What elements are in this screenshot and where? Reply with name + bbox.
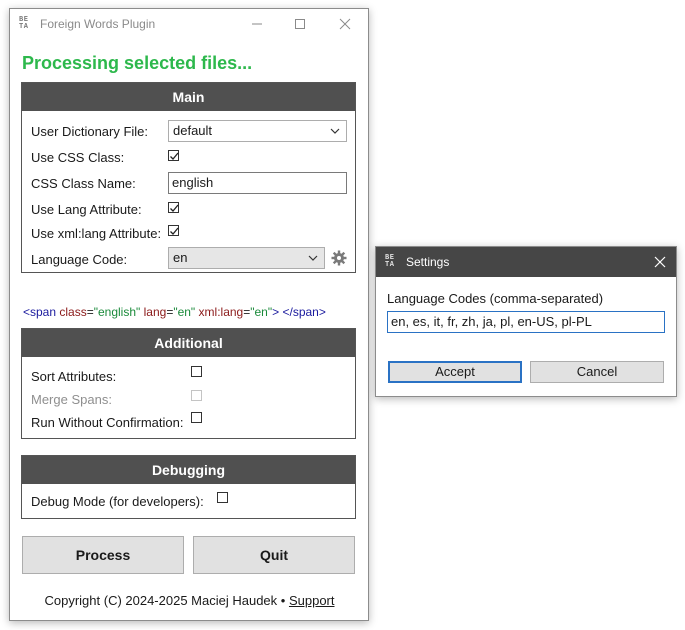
additional-section: Additional Sort Attributes: Merge Spans:… [21, 328, 356, 439]
debug-mode-checkbox[interactable] [217, 492, 228, 503]
gear-icon[interactable] [331, 250, 347, 266]
cancel-button[interactable]: Cancel [530, 361, 664, 383]
use-lang-label: Use Lang Attribute: [31, 202, 142, 217]
css-class-name-value: english [172, 175, 214, 190]
chevron-down-icon [330, 128, 340, 134]
checkmark-icon [170, 204, 179, 212]
window-title: Foreign Words Plugin [40, 17, 156, 31]
span-preview: <span class="english" lang="en" xml:lang… [23, 305, 326, 319]
chevron-down-icon [308, 255, 318, 261]
language-codes-input[interactable]: en, es, it, fr, zh, ja, pl, en-US, pl-PL [387, 311, 665, 333]
preview-close-open: > [272, 305, 280, 319]
close-icon[interactable] [650, 252, 670, 272]
preview-xml-lang-attr: xml:lang [198, 305, 244, 319]
use-lang-checkbox[interactable] [168, 202, 179, 213]
close-icon[interactable] [335, 14, 355, 34]
sort-attributes-checkbox[interactable] [191, 366, 202, 377]
settings-title: Settings [406, 255, 450, 269]
css-class-name-input[interactable]: english [168, 172, 347, 194]
preview-class-value: "english" [93, 305, 141, 319]
language-codes-value: en, es, it, fr, zh, ja, pl, en-US, pl-PL [391, 314, 592, 329]
settings-dialog: BE TA Settings Language Codes (comma-sepa… [375, 246, 677, 397]
copyright-text: Copyright (C) 2024-2025 Maciej Haudek • [44, 593, 286, 608]
additional-section-header: Additional [22, 329, 355, 357]
css-class-name-label: CSS Class Name: [31, 176, 136, 191]
user-dictionary-select[interactable]: default [168, 120, 347, 142]
quit-button[interactable]: Quit [193, 536, 355, 574]
preview-xml-lang-value: "en" [250, 305, 273, 319]
status-text: Processing selected files... [22, 53, 253, 73]
main-section: Main User Dictionary File: default Use C… [21, 82, 356, 273]
language-code-value: en [173, 250, 188, 265]
main-section-header: Main [22, 83, 355, 111]
checkmark-icon [170, 152, 179, 160]
sort-attributes-label: Sort Attributes: [31, 369, 117, 384]
run-without-confirmation-label: Run Without Confirmation: [31, 415, 184, 430]
minimize-icon[interactable] [247, 14, 267, 34]
merge-spans-label: Merge Spans: [31, 392, 112, 407]
beta-badge-icon: BE TA [385, 254, 395, 269]
user-dictionary-value: default [173, 123, 213, 138]
preview-close-tag: </span> [282, 305, 326, 319]
use-xml-lang-checkbox[interactable] [168, 225, 179, 236]
preview-lang-attr: lang [143, 305, 167, 319]
debugging-section: Debugging Debug Mode (for developers): [21, 455, 356, 519]
accept-button[interactable]: Accept [388, 361, 522, 383]
support-link[interactable]: Support [289, 593, 335, 608]
language-codes-label: Language Codes (comma-separated) [387, 291, 604, 306]
settings-titlebar[interactable]: BE TA Settings [376, 247, 676, 277]
language-code-select[interactable]: en [168, 247, 325, 269]
checkmark-icon [170, 227, 179, 235]
maximize-icon[interactable] [290, 14, 310, 34]
main-titlebar[interactable]: BE TA Foreign Words Plugin [10, 9, 368, 39]
user-dictionary-label: User Dictionary File: [31, 124, 149, 139]
preview-open-tag: <span [23, 305, 57, 319]
debugging-section-header: Debugging [22, 456, 355, 484]
use-css-class-checkbox[interactable] [168, 150, 179, 161]
debug-mode-label: Debug Mode (for developers): [31, 494, 204, 509]
beta-badge-icon: BE TA [19, 16, 29, 31]
merge-spans-checkbox [191, 390, 202, 401]
footer: Copyright (C) 2024-2025 Maciej Haudek • … [10, 593, 369, 608]
run-without-confirmation-checkbox[interactable] [191, 412, 202, 423]
main-window: BE TA Foreign Words Plugin Processing sel… [9, 8, 369, 621]
preview-lang-value: "en" [173, 305, 196, 319]
use-css-class-label: Use CSS Class: [31, 150, 125, 165]
use-xml-lang-label: Use xml:lang Attribute: [31, 226, 162, 241]
preview-class-attr: class [59, 305, 87, 319]
language-code-label: Language Code: [31, 252, 128, 267]
process-button[interactable]: Process [22, 536, 184, 574]
